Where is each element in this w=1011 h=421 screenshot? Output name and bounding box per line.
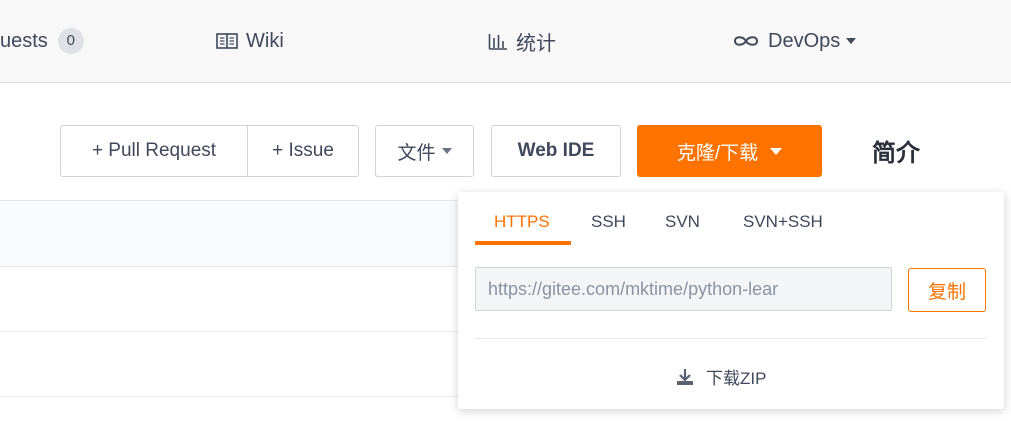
clone-tab-ssh[interactable]: SSH [591, 212, 626, 232]
file-dropdown-label: 文件 [397, 142, 436, 164]
repo-tab-bar: uests 0 Wiki 统计 DevOps [0, 0, 1011, 83]
new-pull-request-label: + Pull Request [91, 140, 217, 161]
book-icon [216, 32, 238, 50]
new-issue-label: + Issue [272, 140, 334, 161]
download-icon [676, 368, 694, 386]
clone-popup: HTTPS SSH SVN SVN+SSH 复制 下载ZIP [458, 192, 1004, 409]
active-tab-indicator [475, 241, 571, 245]
popup-divider [475, 338, 986, 339]
file-list-divider [0, 266, 460, 267]
clone-tab-https[interactable]: HTTPS [494, 212, 550, 232]
clone-download-label: 克隆/下载 [676, 142, 759, 164]
download-zip-label: 下载ZIP [706, 369, 767, 388]
chevron-down-icon [441, 148, 452, 154]
clone-tab-svn[interactable]: SVN [665, 212, 700, 232]
tab-pull-requests[interactable]: uests 0 [0, 0, 84, 82]
tab-stats-label: 统计 [516, 32, 556, 55]
tab-pull-requests-label: uests [0, 29, 48, 52]
file-dropdown-button[interactable]: 文件 [375, 125, 474, 177]
clone-url-input[interactable] [475, 267, 892, 311]
file-list-divider [0, 200, 460, 201]
bar-chart-icon [488, 32, 508, 50]
web-ide-button[interactable]: Web IDE [491, 125, 621, 177]
tab-stats[interactable]: 统计 [488, 0, 556, 82]
tab-wiki[interactable]: Wiki [216, 0, 284, 82]
file-list-divider [0, 396, 460, 397]
chevron-down-icon [770, 147, 783, 155]
tab-devops-label: DevOps [768, 29, 841, 52]
web-ide-label: Web IDE [517, 140, 595, 161]
tab-wiki-label: Wiki [246, 29, 284, 52]
clone-download-button[interactable]: 克隆/下载 [637, 125, 822, 177]
chevron-down-icon [846, 38, 857, 44]
copy-url-label: 复制 [927, 281, 966, 303]
file-list-header [0, 200, 460, 266]
new-issue-button[interactable]: + Issue [248, 125, 359, 177]
tab-devops[interactable]: DevOps [732, 0, 857, 82]
file-list-divider [0, 331, 460, 332]
pull-requests-count-badge: 0 [57, 28, 84, 54]
intro-heading: 简介 [872, 140, 920, 167]
clone-tab-svn-ssh[interactable]: SVN+SSH [743, 212, 823, 232]
infinity-icon [732, 33, 760, 49]
new-pull-request-button[interactable]: + Pull Request [60, 125, 248, 177]
download-zip-link[interactable]: 下载ZIP [676, 364, 766, 389]
copy-url-button[interactable]: 复制 [908, 268, 986, 312]
